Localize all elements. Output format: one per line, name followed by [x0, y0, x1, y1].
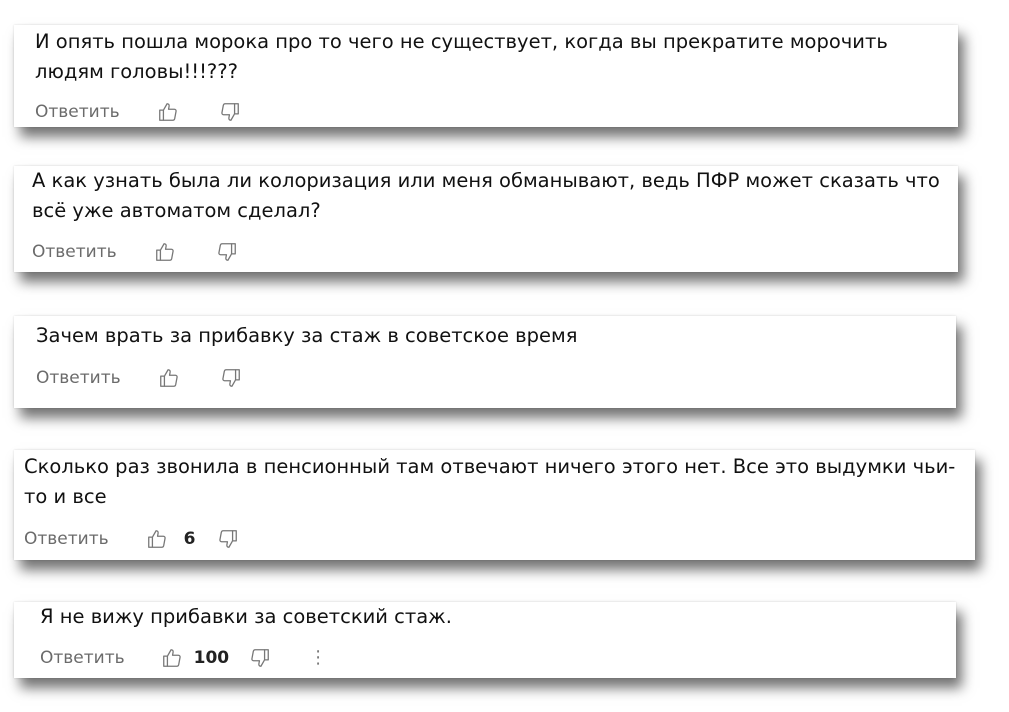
comment-text: Я не вижу прибавки за советский стаж. [40, 605, 452, 628]
thumbs-up-icon[interactable] [161, 647, 183, 669]
thumbs-down-icon[interactable] [249, 647, 271, 669]
like-count: 6 [183, 529, 196, 549]
reply-button[interactable]: Ответить [40, 648, 125, 668]
thumbs-up-icon[interactable] [154, 241, 176, 263]
reply-button[interactable]: Ответить [32, 242, 117, 262]
reply-button[interactable]: Ответить [35, 102, 120, 122]
more-options-icon[interactable]: ⋮ [309, 649, 327, 667]
comment-actions: Ответить [32, 240, 238, 264]
thumbs-up-icon[interactable] [158, 367, 180, 389]
comment-text: А как узнать была ли колоризация или мен… [32, 169, 940, 222]
thumbs-up-icon[interactable] [157, 101, 179, 123]
comment-card: И опять пошла морока про то чего не суще… [14, 25, 958, 127]
comment-card: Я не вижу прибавки за советский стаж. От… [14, 602, 956, 678]
reply-button[interactable]: Ответить [24, 529, 109, 549]
comment-card: Зачем врать за прибавку за стаж в советс… [14, 316, 956, 408]
comment-actions: Ответить 100 ⋮ [40, 646, 327, 670]
thumbs-up-icon[interactable] [146, 528, 168, 550]
comment-card: Сколько раз звонила в пенсионный там отв… [14, 450, 975, 560]
comment-actions: Ответить [36, 366, 242, 390]
like-count: 100 [193, 648, 230, 668]
thumbs-down-icon[interactable] [217, 528, 239, 550]
comment-text: И опять пошла морока про то чего не суще… [35, 30, 888, 83]
comment-actions: Ответить 6 [24, 527, 239, 551]
comment-card: А как узнать была ли колоризация или мен… [14, 166, 958, 272]
thumbs-down-icon[interactable] [220, 367, 242, 389]
comment-text: Зачем врать за прибавку за стаж в советс… [36, 324, 578, 347]
thumbs-down-icon[interactable] [216, 241, 238, 263]
reply-button[interactable]: Ответить [36, 368, 121, 388]
comment-actions: Ответить [35, 100, 241, 124]
comment-text: Сколько раз звонила в пенсионный там отв… [24, 455, 956, 508]
thumbs-down-icon[interactable] [219, 101, 241, 123]
